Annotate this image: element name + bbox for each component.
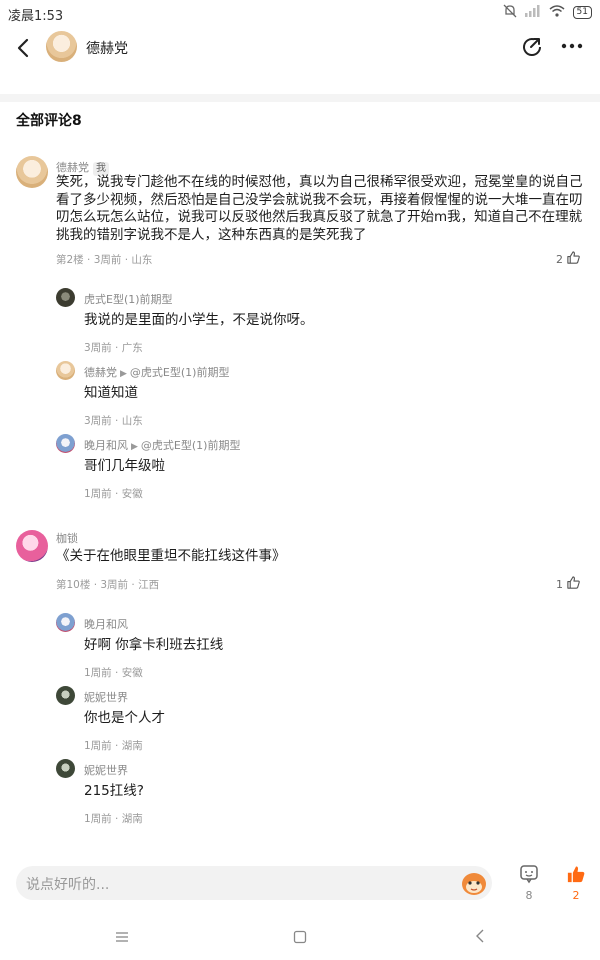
- post-like-button[interactable]: 2: [561, 864, 591, 902]
- comments-button[interactable]: 8: [514, 864, 544, 902]
- reply-avatar[interactable]: [56, 686, 75, 705]
- reply-arrow-icon: ▶: [131, 442, 138, 452]
- mute-icon: [503, 4, 517, 21]
- comment-text[interactable]: 《关于在他眼里重坦不能扛线这件事》: [56, 548, 286, 566]
- page-title: 德赫党: [86, 41, 128, 57]
- like-count: 2: [556, 252, 563, 266]
- reply-arrow-icon: ▶: [120, 369, 127, 379]
- reply-avatar[interactable]: [56, 361, 75, 380]
- battery-icon: 51: [572, 6, 592, 19]
- reply-text[interactable]: 你也是个人才: [84, 710, 165, 728]
- comment-meta: 第2楼 · 3周前 · 山东: [56, 254, 153, 266]
- thumbs-up-icon: [566, 250, 581, 268]
- back-nav-icon[interactable]: [473, 928, 487, 948]
- reply-author[interactable]: 晚月和风: [84, 439, 128, 452]
- user-avatar[interactable]: [46, 31, 77, 62]
- comment-author[interactable]: 枷锁: [56, 530, 78, 546]
- reply-avatar[interactable]: [56, 288, 75, 307]
- reply-author-row: 德赫党 ▶ @虎式E型(1)前期型: [84, 364, 229, 380]
- back-button[interactable]: [14, 37, 32, 63]
- reply-avatar[interactable]: [56, 613, 75, 632]
- reply-author[interactable]: 妮妮世界: [84, 762, 128, 778]
- comment-author-row: 德赫党我: [56, 156, 109, 176]
- reply-text[interactable]: 知道知道: [84, 385, 138, 403]
- emoji-icon[interactable]: [460, 870, 488, 900]
- share-icon[interactable]: [520, 35, 544, 63]
- reply-meta: 1周前 · 湖南: [84, 740, 143, 752]
- reply-text[interactable]: 好啊 你拿卡利班去扛线: [84, 637, 223, 655]
- comments-count-title: 全部评论8: [16, 113, 82, 129]
- reply-author-row: 晚月和风 ▶ @虎式E型(1)前期型: [84, 437, 240, 453]
- reply-author[interactable]: 妮妮世界: [84, 689, 128, 705]
- thumbs-up-filled-icon: [566, 866, 586, 888]
- comment-avatar[interactable]: [16, 530, 48, 562]
- menu-nav-icon[interactable]: [115, 929, 129, 948]
- section-divider: [0, 94, 600, 102]
- reply-meta: 3周前 · 山东: [84, 415, 143, 427]
- reply-avatar[interactable]: [56, 759, 75, 778]
- comment-avatar[interactable]: [16, 156, 48, 188]
- post-like-count: 2: [572, 889, 580, 902]
- reply-meta: 1周前 · 安徽: [84, 488, 143, 500]
- comment-bubble-icon: [519, 865, 539, 888]
- app-header: 德赫党: [0, 28, 600, 72]
- comment-input-placeholder: 说点好听的...: [26, 877, 110, 893]
- like-button[interactable]: 1: [556, 575, 581, 593]
- comment-meta: 第10楼 · 3周前 · 江西: [56, 579, 160, 591]
- reply-author[interactable]: 虎式E型(1)前期型: [84, 291, 173, 307]
- reply-avatar[interactable]: [56, 434, 75, 453]
- signal-icon: [524, 5, 541, 20]
- wifi-icon: [549, 5, 565, 20]
- reply-text[interactable]: 我说的是里面的小学生，不是说你呀。: [84, 312, 314, 330]
- reply-meta: 1周前 · 湖南: [84, 813, 143, 825]
- reply-meta: 3周前 · 广东: [84, 342, 143, 354]
- reply-target[interactable]: @虎式E型(1)前期型: [130, 366, 230, 379]
- reply-meta: 1周前 · 安徽: [84, 667, 143, 679]
- reply-text[interactable]: 哥们几年级啦: [84, 458, 165, 476]
- comment-input[interactable]: 说点好听的...: [16, 866, 492, 900]
- reply-target[interactable]: @虎式E型(1)前期型: [141, 439, 241, 452]
- like-button[interactable]: 2: [556, 250, 581, 268]
- like-count: 1: [556, 577, 563, 591]
- reply-author[interactable]: 晚月和风: [84, 616, 128, 632]
- home-nav-icon[interactable]: [293, 929, 307, 948]
- more-options-icon[interactable]: [560, 36, 584, 60]
- thumbs-up-icon: [566, 575, 581, 593]
- status-time: 凌晨1:53: [8, 9, 64, 24]
- system-nav-bar: [0, 918, 600, 960]
- reply-text[interactable]: 215扛线?: [84, 783, 144, 801]
- comment-text[interactable]: 笑死，说我专门趁他不在线的时候怼他，真以为自己很稀罕很受欢迎，冠冕堂皇的说自己看…: [56, 174, 584, 244]
- comment-count: 8: [525, 889, 533, 902]
- status-bar: 凌晨1:53 51: [0, 0, 600, 28]
- comment-author[interactable]: 德赫党: [56, 161, 89, 174]
- reply-author[interactable]: 德赫党: [84, 366, 117, 379]
